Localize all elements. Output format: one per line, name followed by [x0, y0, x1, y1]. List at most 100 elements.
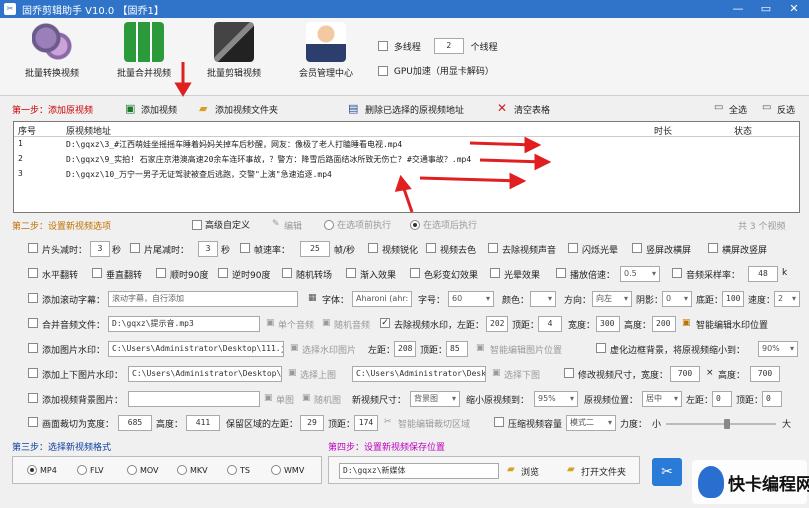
option-checkbox[interactable]: [28, 368, 38, 378]
head-cut-input[interactable]: 3: [90, 241, 110, 257]
format-ts-radio[interactable]: [227, 465, 237, 475]
resize-height-input[interactable]: 700: [750, 366, 780, 382]
option-checkbox[interactable]: [708, 243, 718, 253]
virtual-bg-select[interactable]: 90%: [758, 341, 798, 357]
format-flv-radio[interactable]: [77, 465, 87, 475]
img-wm-input[interactable]: C:\Users\Administrator\Desktop\111.j: [108, 341, 284, 357]
browse-button[interactable]: 浏览: [521, 465, 539, 478]
single-audio-button[interactable]: 单个音频: [278, 318, 314, 331]
bg-top-input[interactable]: 0: [762, 391, 782, 407]
crop-width-input[interactable]: 685: [118, 415, 152, 431]
option-checkbox[interactable]: [28, 343, 38, 353]
edit-button[interactable]: 编辑: [284, 219, 302, 232]
save-path-input[interactable]: D:\gqxz\新媒体: [339, 463, 499, 479]
shadow-select[interactable]: 0: [662, 291, 692, 307]
start-button[interactable]: ✂: [652, 458, 682, 486]
random-audio-button[interactable]: 随机音频: [334, 318, 370, 331]
decolor-option[interactable]: 视频去色: [440, 243, 476, 256]
option-checkbox[interactable]: [28, 268, 38, 278]
light-fx-option[interactable]: 光晕效果: [504, 268, 540, 281]
option-checkbox[interactable]: [488, 243, 498, 253]
option-checkbox[interactable]: [218, 268, 228, 278]
option-checkbox[interactable]: [28, 393, 38, 403]
open-folder-button[interactable]: 打开文件夹: [581, 465, 626, 478]
speed-select[interactable]: 0.5: [620, 266, 660, 282]
format-mp4-radio[interactable]: [27, 465, 37, 475]
random-bg-button[interactable]: 随机图: [314, 393, 341, 406]
option-checkbox[interactable]: [92, 268, 102, 278]
smart-crop-button[interactable]: 智能编辑裁切区域: [398, 417, 470, 430]
img-left-input[interactable]: 208: [394, 341, 416, 357]
crop-height-input[interactable]: 411: [186, 415, 220, 431]
option-checkbox[interactable]: [568, 243, 578, 253]
format-mkv-radio[interactable]: [177, 465, 187, 475]
wm-left-input[interactable]: 202: [486, 316, 508, 332]
format-mov-radio[interactable]: [127, 465, 137, 475]
option-checkbox[interactable]: [28, 417, 38, 427]
remove-wm-checkbox[interactable]: [380, 318, 390, 328]
compress-mode-select[interactable]: 模式二: [566, 415, 616, 431]
color-fx-option[interactable]: 色彩变幻效果: [424, 268, 478, 281]
wm-width-input[interactable]: 300: [596, 316, 620, 332]
position-select[interactable]: 居中: [642, 391, 682, 407]
wm-height-input[interactable]: 200: [652, 316, 676, 332]
bg-left-input[interactable]: 0: [712, 391, 732, 407]
top-image-input[interactable]: C:\Users\Administrator\Desktop\s: [128, 366, 282, 382]
sample-input[interactable]: 48: [748, 266, 778, 282]
advanced-checkbox[interactable]: [192, 219, 202, 230]
bottom-input[interactable]: 100: [722, 291, 744, 307]
bottom-image-input[interactable]: C:\Users\Administrator\Desk: [352, 366, 486, 382]
option-checkbox[interactable]: [556, 268, 566, 278]
option-checkbox[interactable]: [28, 318, 38, 328]
color-select[interactable]: [530, 291, 556, 307]
ccw90-option[interactable]: 逆时90度: [232, 268, 270, 281]
fadein-option[interactable]: 渐入效果: [360, 268, 396, 281]
option-checkbox[interactable]: [346, 268, 356, 278]
option-checkbox[interactable]: [564, 368, 574, 378]
option-checkbox[interactable]: [426, 243, 436, 253]
flash-option[interactable]: 闪烁光晕: [582, 243, 618, 256]
scroll-speed-select[interactable]: 2: [774, 291, 800, 307]
option-checkbox[interactable]: [282, 268, 292, 278]
img-top-input[interactable]: 85: [446, 341, 468, 357]
strength-slider-track[interactable]: [666, 423, 776, 425]
subtitle-input[interactable]: 滚动字幕，自行添加: [108, 291, 298, 307]
sharpen-option[interactable]: 视频锐化: [382, 243, 418, 256]
format-wmv-radio[interactable]: [271, 465, 281, 475]
direction-select[interactable]: 向左: [592, 291, 632, 307]
random-transition-option[interactable]: 随机转场: [296, 268, 332, 281]
audio-input[interactable]: D:\gqxz\提示音.mp3: [108, 316, 260, 332]
option-checkbox[interactable]: [156, 268, 166, 278]
resize-width-input[interactable]: 700: [670, 366, 700, 382]
remove-audio-option[interactable]: 去除视频声音: [502, 243, 556, 256]
before-radio[interactable]: [324, 219, 334, 230]
size-select[interactable]: 60: [448, 291, 494, 307]
option-checkbox[interactable]: [490, 268, 500, 278]
font-select[interactable]: Aharoni (ahr:: [352, 291, 412, 307]
option-checkbox[interactable]: [240, 243, 250, 253]
keep-left-input[interactable]: 29: [300, 415, 324, 431]
frame-input[interactable]: 25: [300, 241, 330, 257]
option-checkbox[interactable]: [494, 417, 504, 427]
tail-cut-input[interactable]: 3: [198, 241, 218, 257]
option-checkbox[interactable]: [672, 268, 682, 278]
option-checkbox[interactable]: [596, 343, 606, 353]
option-checkbox[interactable]: [410, 268, 420, 278]
after-radio[interactable]: [410, 219, 420, 230]
option-checkbox[interactable]: [632, 243, 642, 253]
pick-bottom-button[interactable]: 选择下图: [504, 368, 540, 381]
hflip-option[interactable]: 水平翻转: [42, 268, 78, 281]
smart-wm-button[interactable]: 智能编辑水印位置: [696, 318, 768, 331]
cw90-option[interactable]: 顺时90度: [170, 268, 208, 281]
shrink-select[interactable]: 95%: [534, 391, 578, 407]
smart-img-button[interactable]: 智能编辑图片位置: [490, 343, 562, 356]
vflip-option[interactable]: 垂直翻转: [106, 268, 142, 281]
portrait-option[interactable]: 竖屏改横屏: [646, 243, 691, 256]
pick-top-button[interactable]: 选择上图: [300, 368, 336, 381]
keep-top-input[interactable]: 174: [354, 415, 378, 431]
option-checkbox[interactable]: [28, 293, 38, 303]
option-checkbox[interactable]: [368, 243, 378, 253]
strength-slider-thumb[interactable]: [724, 419, 730, 429]
option-checkbox[interactable]: [130, 243, 140, 253]
new-size-select[interactable]: 背景图: [410, 391, 460, 407]
